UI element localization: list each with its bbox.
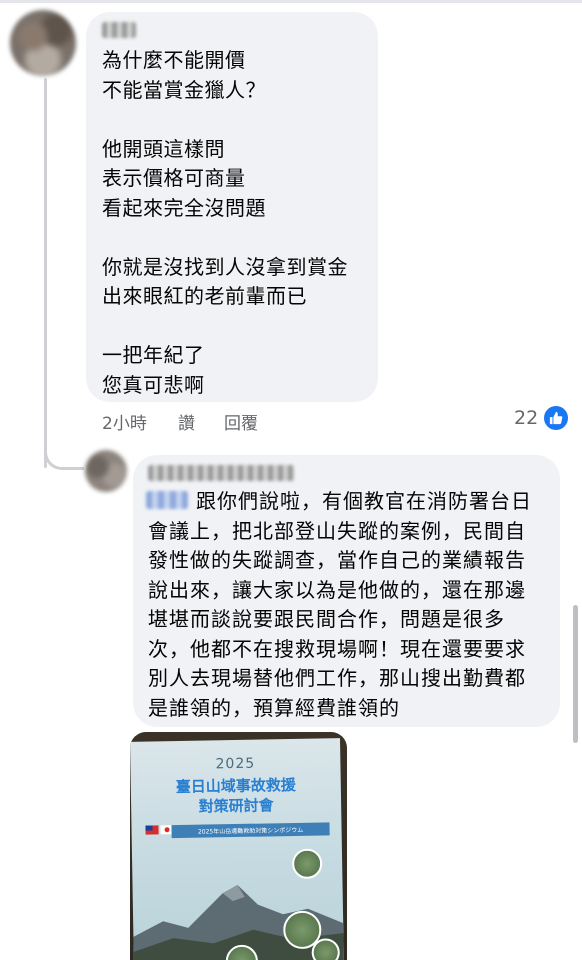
reply-text: 跟你們說啦，有個教官在消防署台日 會議上，把北部登山失蹤的案例，民間自 發性做的… bbox=[148, 487, 548, 723]
reply-line: 會議上，把北部登山失蹤的案例，民間自 bbox=[148, 518, 526, 543]
comment-text: 為什麼不能開價 不能當賞金獵人？ 他開頭這樣問 表示價格可商量 看起來完全沒問題… bbox=[102, 46, 372, 400]
book-subtitle: 2025年山岳遭難救助対策シンポジウム bbox=[171, 822, 330, 839]
comment-line: 你就是沒找到人沒拿到賞金 bbox=[102, 254, 348, 279]
reply-line: 發性做的失蹤調查，當作自己的業績報告 bbox=[148, 548, 526, 572]
book-cover: 2025 臺日山域事故救援 對策研討會 2025年山岳遭難救助対策シンポジウム bbox=[130, 738, 344, 960]
comment-line bbox=[102, 312, 372, 342]
reply-line: 別人去現場替他們工作，那山搜出勤費都 bbox=[148, 666, 526, 690]
comment-line: 看起來完全沒問題 bbox=[102, 195, 266, 220]
book-year: 2025 bbox=[215, 755, 256, 773]
reaction-summary[interactable]: 22 bbox=[514, 406, 569, 430]
taiwan-flag-icon bbox=[145, 825, 159, 835]
reply-line: 次，他都不在搜救現場啊！現在還要要求 bbox=[148, 636, 526, 661]
reply-line: 跟你們說啦，有個教官在消防署台日 bbox=[196, 489, 532, 513]
thread-reply-connector bbox=[44, 438, 84, 470]
comment-line bbox=[102, 223, 372, 253]
reply-line: 堪堪而談說要跟民間合作，問題是很多 bbox=[148, 607, 505, 631]
attached-photo[interactable]: 2025 臺日山域事故救援 對策研討會 2025年山岳遭難救助対策シンポジウム bbox=[130, 732, 347, 960]
comment-actions: 2小時 讚 回覆 bbox=[102, 409, 258, 434]
book-title: 臺日山域事故救援 對策研討會 bbox=[131, 774, 342, 818]
comment-line: 表示價格可商量 bbox=[102, 166, 246, 190]
comment-line bbox=[102, 105, 372, 135]
reaction-count: 22 bbox=[514, 407, 539, 429]
top-divider bbox=[0, 0, 582, 3]
comment-line: 您真可悲啊 bbox=[102, 372, 205, 397]
comment-line: 為什麼不能開價 bbox=[102, 48, 246, 72]
book-title-line: 對策研討會 bbox=[198, 796, 274, 816]
replier-avatar[interactable] bbox=[85, 450, 127, 492]
commenter-avatar[interactable] bbox=[10, 10, 76, 76]
reply-line: 是誰領的，預算經費誰領的 bbox=[148, 695, 400, 720]
comment-line: 他開頭這樣問 bbox=[102, 136, 225, 161]
reply-line: 說出來，讓大家以為是他做的，還在那邊 bbox=[148, 577, 526, 602]
replier-name-blurred[interactable] bbox=[148, 465, 294, 481]
comment-timestamp[interactable]: 2小時 bbox=[102, 409, 178, 434]
thumbs-up-icon bbox=[544, 406, 569, 430]
reply-button[interactable]: 回覆 bbox=[224, 409, 258, 434]
scrollbar-thumb[interactable] bbox=[573, 605, 578, 743]
like-button[interactable]: 讚 bbox=[178, 409, 224, 434]
comment-line: 一把年紀了 bbox=[102, 343, 205, 367]
comment-line: 出來眼紅的老前輩而已 bbox=[102, 284, 307, 308]
thread-line bbox=[44, 78, 47, 468]
commenter-name-blurred[interactable] bbox=[102, 22, 136, 38]
comment-line: 不能當賞金獵人？ bbox=[102, 77, 266, 102]
